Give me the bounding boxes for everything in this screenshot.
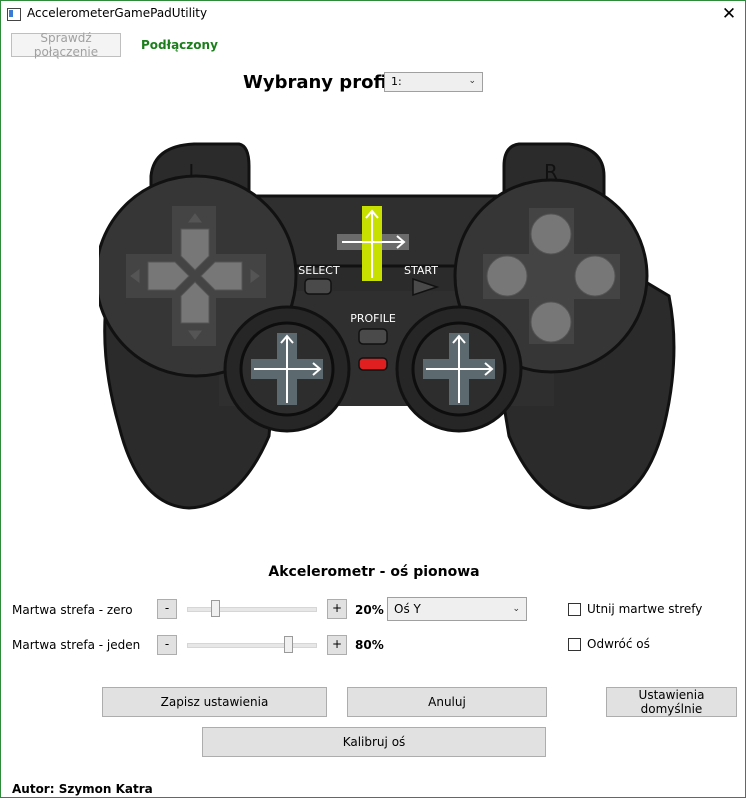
app-window: AccelerometerGamePadUtility ✕ Sprawdź po… xyxy=(0,0,746,798)
axis-selected-value: Oś Y xyxy=(394,602,421,616)
deadzone-zero-minus-button[interactable]: - xyxy=(157,599,177,619)
profile-button xyxy=(358,328,388,345)
deadzone-zero-plus-button[interactable]: + xyxy=(327,599,347,619)
axis-select[interactable]: Oś Y ⌄ xyxy=(387,597,527,621)
author-label: Autor: Szymon Katra xyxy=(12,782,153,796)
deadzone-zero-slider[interactable] xyxy=(187,599,317,619)
title-bar: AccelerometerGamePadUtility ✕ xyxy=(1,1,745,27)
section-title: Akcelerometr - oś pionowa xyxy=(268,564,480,580)
connection-status: Podłączony xyxy=(141,38,218,52)
calibrate-axis-button[interactable]: Kalibruj oś xyxy=(202,727,546,757)
deadzone-one-minus-button[interactable]: - xyxy=(157,635,177,655)
check-connection-button[interactable]: Sprawdź połączenie xyxy=(11,31,121,59)
start-label: START xyxy=(404,264,438,277)
deadzone-one-plus-button[interactable]: + xyxy=(327,635,347,655)
deadzone-zero-value: 20% xyxy=(355,603,384,617)
deadzone-one-value: 80% xyxy=(355,638,384,652)
slider-thumb[interactable] xyxy=(283,636,293,653)
profile-label: Wybrany profil xyxy=(243,72,393,93)
window-title: AccelerometerGamePadUtility xyxy=(27,6,208,20)
select-button xyxy=(304,278,332,295)
chevron-down-icon: ⌄ xyxy=(512,604,520,614)
cancel-button[interactable]: Anuluj xyxy=(347,687,547,717)
profile-button-label: PROFILE xyxy=(350,312,396,325)
slider-track xyxy=(187,607,317,612)
invert-axis-label: Odwróć oś xyxy=(587,637,650,651)
deadzone-one-slider[interactable] xyxy=(187,635,317,655)
slider-thumb[interactable] xyxy=(211,600,221,617)
close-button[interactable]: ✕ xyxy=(713,1,745,27)
save-settings-button[interactable]: Zapisz ustawienia xyxy=(102,687,327,717)
select-label: SELECT xyxy=(298,264,340,277)
profile-led xyxy=(358,357,388,371)
app-icon xyxy=(7,8,21,21)
chevron-down-icon: ⌄ xyxy=(468,76,476,86)
checkbox-box[interactable] xyxy=(568,638,581,651)
checkbox-box[interactable] xyxy=(568,603,581,616)
deadzone-zero-label: Martwa strefa - zero xyxy=(12,603,133,617)
slider-track xyxy=(187,643,317,648)
default-settings-button[interactable]: Ustawienia domyślnie xyxy=(606,687,737,717)
deadzone-one-label: Martwa strefa - jeden xyxy=(12,638,141,652)
trim-deadzones-label: Utnij martwe strefy xyxy=(587,602,703,616)
profile-selected-value: 1: xyxy=(391,75,402,88)
gamepad-illustration: L R SELECT START PROFILE xyxy=(99,142,676,510)
profile-select[interactable]: 1: ⌄ xyxy=(384,72,483,92)
